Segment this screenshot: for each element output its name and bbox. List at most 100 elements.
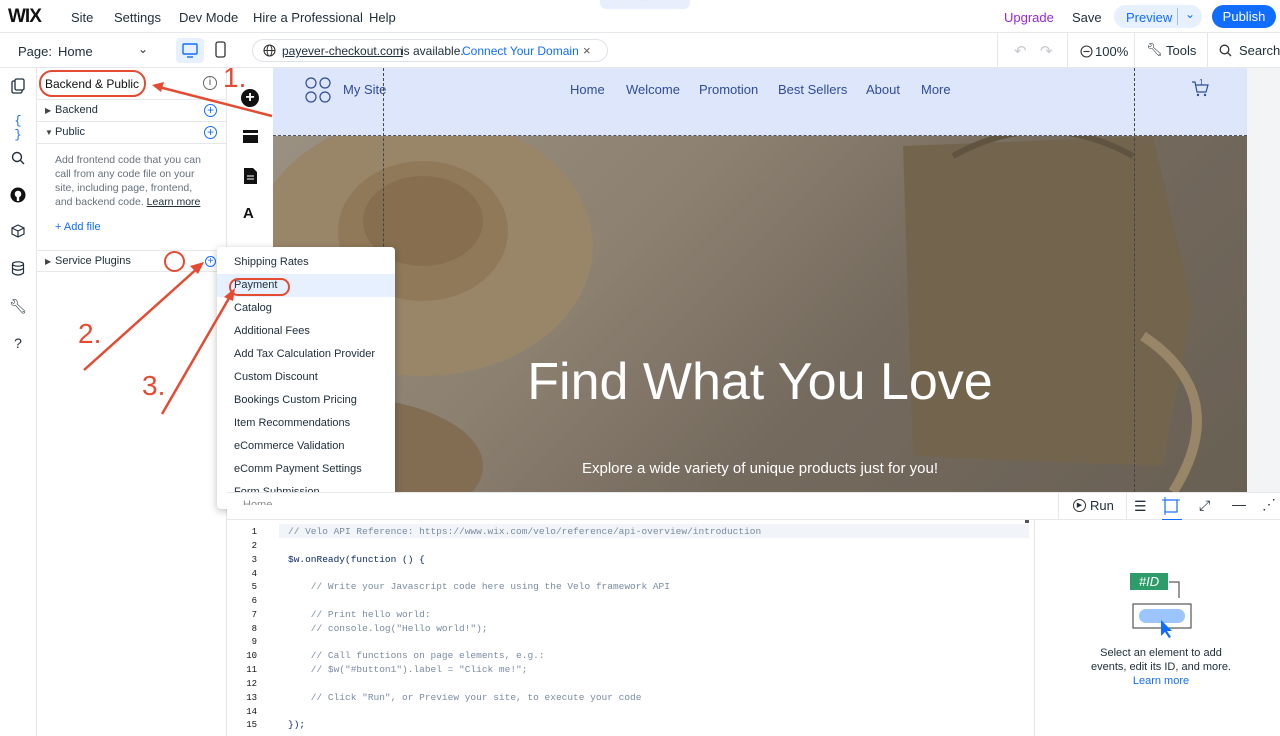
menu-dev-mode[interactable]: Dev Mode	[179, 10, 238, 25]
tree-label-backend: Backend	[55, 104, 98, 116]
preview-label: Preview	[1126, 10, 1173, 25]
nav-promotion[interactable]: Promotion	[699, 82, 758, 97]
menu-item-payment-settings[interactable]: eComm Payment Settings	[217, 458, 395, 481]
menu-item-bookings-pricing[interactable]: Bookings Custom Pricing	[217, 389, 395, 412]
code-sidebar: Backend & Public i ▶ Backend + ▼ Public …	[37, 68, 227, 736]
line-number: 2	[251, 541, 257, 551]
learn-more-link[interactable]: Learn more	[1133, 675, 1189, 687]
code-braces-icon[interactable]: { }	[9, 114, 27, 142]
cart-icon[interactable]: 1	[1191, 78, 1209, 101]
design-icon[interactable]: A	[243, 205, 254, 222]
wix-logo[interactable]: WIX	[8, 6, 42, 28]
properties-icon[interactable]: ☰	[1134, 498, 1147, 515]
scrollbar-marker	[1025, 520, 1029, 523]
menu-item-ecommerce-validation[interactable]: eCommerce Validation	[217, 435, 395, 458]
nav-best-sellers[interactable]: Best Sellers	[778, 82, 847, 97]
code-editor-toolbar: Home ▶ Run ☰ ⤢ — ⋰	[227, 492, 1280, 521]
upgrade-link[interactable]: Upgrade	[1004, 10, 1054, 25]
code-line[interactable]: // Velo API Reference: https://www.wix.c…	[288, 526, 761, 537]
site-header[interactable]: My Site Home Welcome Promotion Best Sell…	[273, 68, 1247, 136]
tree-item-public[interactable]: ▼ Public +	[37, 122, 227, 144]
save-button[interactable]: Save	[1072, 10, 1102, 25]
line-number: 14	[246, 707, 257, 717]
code-line[interactable]: // Click "Run", or Preview your site, to…	[288, 692, 642, 703]
menu-settings[interactable]: Settings	[114, 10, 161, 25]
menu-item-tax-calculation[interactable]: Add Tax Calculation Provider	[217, 343, 395, 366]
expand-icon[interactable]: ⤢	[1199, 497, 1210, 514]
packages-icon[interactable]	[9, 224, 27, 242]
annotation-highlight-circle	[164, 251, 185, 272]
collapse-toolbar-tab[interactable]: ⌃	[600, 0, 690, 9]
sections-icon[interactable]	[243, 130, 258, 147]
info-icon[interactable]: i	[203, 76, 217, 90]
undo-icon[interactable]: ↶	[1014, 42, 1027, 60]
add-icon[interactable]: +	[204, 104, 217, 117]
search-icon[interactable]	[9, 151, 27, 169]
annotation-highlight-oval	[229, 278, 290, 296]
url-status: is available.	[401, 44, 464, 58]
close-icon[interactable]: ×	[583, 43, 591, 58]
cart-count: 1	[1199, 78, 1204, 87]
tree-item-backend[interactable]: ▶ Backend +	[37, 100, 227, 122]
code-line[interactable]: });	[288, 719, 305, 730]
annotation-number-2: 2.	[78, 318, 102, 349]
editor-tab[interactable]: Home	[243, 499, 272, 505]
hero-subtitle[interactable]: Explore a wide variety of unique product…	[573, 458, 947, 479]
developer-tools-icon[interactable]: 🔧︎	[9, 298, 27, 316]
mobile-view-button[interactable]	[214, 41, 228, 62]
hero-title[interactable]: Find What You Love	[273, 352, 1247, 412]
publish-button[interactable]: Publish	[1212, 5, 1276, 28]
code-line[interactable]: // Call functions on page elements, e.g.…	[288, 650, 545, 661]
pages-icon[interactable]	[9, 78, 27, 96]
menu-item-shipping-rates[interactable]: Shipping Rates	[217, 251, 395, 274]
code-line[interactable]: // console.log("Hello world!");	[288, 623, 488, 634]
connect-domain-link[interactable]: Connect Your Domain	[462, 44, 579, 58]
redo-icon[interactable]: ↷	[1040, 42, 1053, 60]
learn-more-link[interactable]: Learn more	[147, 196, 201, 208]
menu-site[interactable]: Site	[71, 10, 93, 25]
site-name[interactable]: My Site	[343, 82, 386, 97]
menu-item-recommendations[interactable]: Item Recommendations	[217, 412, 395, 435]
add-file-link[interactable]: + Add file	[55, 221, 101, 233]
add-icon[interactable]: +	[204, 126, 217, 139]
minimize-icon[interactable]: —	[1232, 496, 1246, 512]
chevron-down-icon[interactable]: ⌄	[138, 42, 148, 56]
github-icon[interactable]	[9, 187, 27, 205]
guide-line-right	[1134, 68, 1135, 492]
page-icon[interactable]	[244, 168, 257, 187]
code-editor[interactable]: 1 // Velo API Reference: https://www.wix…	[227, 520, 1034, 736]
code-line[interactable]: // Write your Javascript code here using…	[288, 581, 670, 592]
code-line[interactable]: // $w("#button1").label = "Click me!";	[288, 664, 528, 675]
site-logo-icon	[305, 77, 331, 103]
code-line[interactable]: // Print hello world:	[288, 609, 431, 620]
add-service-plugin-icon[interactable]: +	[205, 256, 216, 267]
tree-item-service-plugins[interactable]: ▶ Service Plugins	[37, 250, 227, 272]
preview-button[interactable]: Preview ⌄	[1114, 5, 1202, 28]
divider	[997, 33, 998, 68]
page-toolbar: Page: Home ⌄ payever-checkout.com is ava…	[0, 33, 1280, 68]
site-url[interactable]: payever-checkout.com	[282, 44, 403, 58]
menu-help[interactable]: Help	[369, 10, 396, 25]
page-selector[interactable]: Home	[58, 44, 93, 59]
menu-item-custom-discount[interactable]: Custom Discount	[217, 366, 395, 389]
database-icon[interactable]	[9, 261, 27, 279]
line-number: 8	[251, 624, 257, 634]
dev-panel-icon[interactable]	[1162, 497, 1182, 521]
nav-welcome[interactable]: Welcome	[626, 82, 680, 97]
run-label: Run	[1090, 498, 1114, 513]
menu-item-additional-fees[interactable]: Additional Fees	[217, 320, 395, 343]
code-line[interactable]: $w.onReady(function () {	[288, 554, 425, 565]
nav-about[interactable]: About	[866, 82, 900, 97]
annotation-number-1: 1.	[223, 62, 247, 93]
service-plugins-menu: Shipping Rates Payment Catalog Additiona…	[217, 247, 395, 509]
desktop-view-button[interactable]	[176, 38, 204, 63]
nav-home[interactable]: Home	[570, 82, 605, 97]
tools-label: Tools	[1166, 43, 1197, 58]
menu-hire-professional[interactable]: Hire a Professional	[253, 10, 363, 25]
page-label: Page:	[18, 44, 52, 59]
help-icon[interactable]: ?	[9, 335, 27, 353]
close-icon[interactable]: ⋰	[1262, 496, 1276, 513]
chevron-down-icon[interactable]: ⌄	[1185, 7, 1195, 21]
nav-more[interactable]: More	[921, 82, 951, 97]
menu-item-catalog[interactable]: Catalog	[217, 297, 395, 320]
